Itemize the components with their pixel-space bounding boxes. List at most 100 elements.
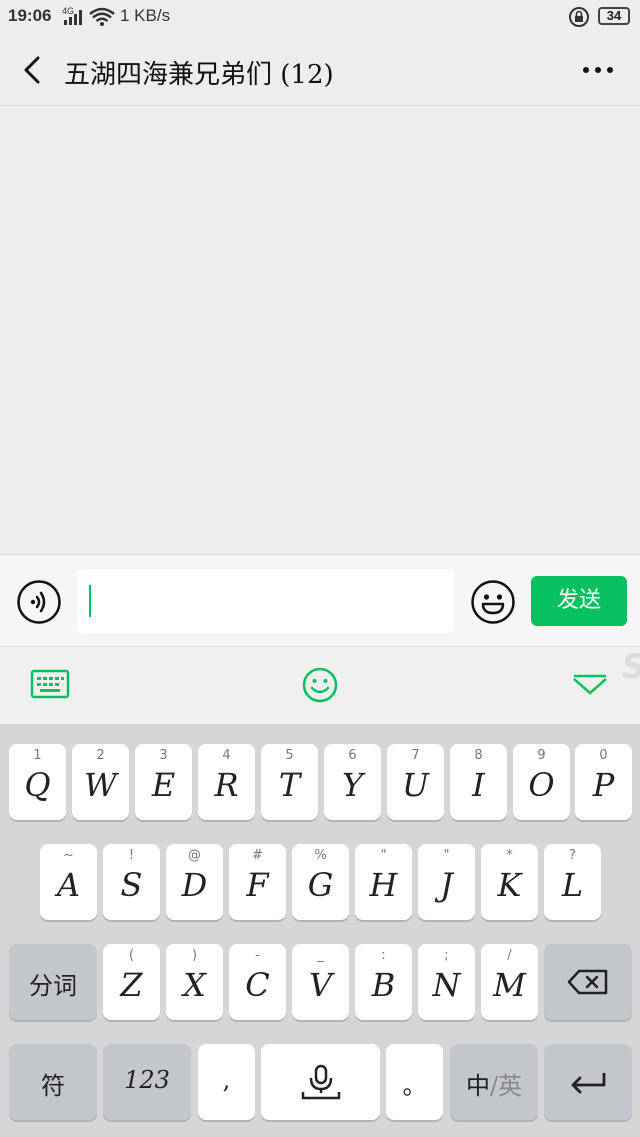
- key-sub-label: 8: [474, 748, 483, 763]
- key-sub-label: (: [128, 948, 135, 963]
- key-label: V: [308, 966, 333, 1004]
- key-n[interactable]: ; N: [418, 944, 475, 1020]
- key-label: Y: [341, 766, 364, 804]
- hide-keyboard-button[interactable]: [572, 673, 608, 701]
- key-label: N: [432, 966, 461, 1004]
- key-sub-label: 1: [33, 748, 42, 763]
- key-u[interactable]: 7 U: [387, 744, 444, 820]
- status-bar: 19:06 4G 1 KB/s 34: [0, 0, 640, 34]
- send-button[interactable]: 发送: [531, 576, 627, 626]
- key-sub-label: 6: [348, 748, 357, 763]
- key-x[interactable]: ) X: [166, 944, 223, 1020]
- key-label: R: [214, 766, 239, 804]
- keyboard-toolbar: S: [0, 646, 640, 724]
- text-caret: [89, 585, 91, 617]
- key-t[interactable]: 5 T: [261, 744, 318, 820]
- key-sub-label: 9: [537, 748, 546, 763]
- key-v[interactable]: _ V: [292, 944, 349, 1020]
- key-label: F: [246, 866, 269, 904]
- emoji-face-icon: [302, 667, 338, 703]
- key-sub-label: -: [255, 948, 260, 963]
- message-input[interactable]: [77, 569, 454, 633]
- key-g[interactable]: % G: [292, 844, 349, 920]
- enter-icon: [544, 1044, 632, 1120]
- key-period[interactable]: 。: [386, 1044, 443, 1120]
- key-k[interactable]: * K: [481, 844, 538, 920]
- back-button[interactable]: [14, 50, 54, 90]
- key-comma[interactable]: ,: [198, 1044, 255, 1120]
- key-h[interactable]: " H: [355, 844, 412, 920]
- voice-input-button[interactable]: [16, 579, 62, 625]
- key-e[interactable]: 3 E: [135, 744, 192, 820]
- key-label: 123: [124, 1066, 170, 1094]
- key-sub-label: :: [381, 948, 386, 963]
- key-w[interactable]: 2 W: [72, 744, 129, 820]
- key-o[interactable]: 9 O: [513, 744, 570, 820]
- key-label: C: [245, 966, 270, 1004]
- lang-zh: 中: [465, 1072, 490, 1100]
- key-sub-label: 7: [411, 748, 420, 763]
- status-time: 19:06: [8, 6, 52, 25]
- keyboard-switch-button[interactable]: [30, 669, 70, 703]
- key-space[interactable]: [261, 1044, 380, 1120]
- key-sub-label: %: [314, 848, 327, 863]
- key-label: L: [561, 866, 584, 904]
- key-sub-label: ;: [444, 948, 449, 963]
- key-symbols[interactable]: 符: [9, 1044, 97, 1120]
- key-b[interactable]: : B: [355, 944, 412, 1020]
- key-label: S: [120, 866, 143, 904]
- keyboard-emoji-button[interactable]: [302, 667, 338, 707]
- key-sub-label: _: [317, 948, 324, 963]
- key-sub-label: ": [380, 848, 387, 863]
- keyboard: 1 Q 2 W 3 E 4 R 5 T 6 Y 7 U 8 I 9 O 0 P …: [0, 724, 640, 1137]
- key-label: P: [592, 766, 615, 804]
- keyboard-icon: [30, 669, 70, 699]
- key-m[interactable]: / M: [481, 944, 538, 1020]
- key-sub-label: @: [188, 848, 201, 863]
- key-backspace[interactable]: [544, 944, 632, 1020]
- key-label: K: [497, 866, 522, 904]
- key-q[interactable]: 1 Q: [9, 744, 66, 820]
- more-options-button[interactable]: [578, 54, 618, 86]
- key-label: 中/英: [450, 1066, 538, 1101]
- key-l[interactable]: ? L: [544, 844, 601, 920]
- input-bar: 发送: [0, 554, 640, 646]
- key-p[interactable]: 0 P: [575, 744, 632, 820]
- key-label: ,: [222, 1066, 231, 1094]
- chevron-left-icon: [24, 56, 40, 84]
- key-c[interactable]: - C: [229, 944, 286, 1020]
- key-j[interactable]: " J: [418, 844, 475, 920]
- key-sub-label: 4: [222, 748, 231, 763]
- key-numbers[interactable]: 123: [103, 1044, 191, 1120]
- emoji-button[interactable]: [470, 579, 516, 625]
- key-y[interactable]: 6 Y: [324, 744, 381, 820]
- key-label: 。: [402, 1072, 427, 1100]
- chat-header: 五湖四海兼兄弟们 (12): [0, 34, 640, 106]
- key-enter[interactable]: [544, 1044, 632, 1120]
- key-label: H: [369, 866, 398, 904]
- key-fenci[interactable]: 分词: [9, 944, 97, 1020]
- key-s[interactable]: ! S: [103, 844, 160, 920]
- key-sub-label: !: [128, 848, 135, 863]
- key-label: J: [440, 866, 453, 904]
- signal-icon: 4G: [62, 4, 116, 33]
- more-dots-icon: [583, 67, 613, 73]
- key-sub-label: 3: [159, 748, 168, 763]
- key-label: B: [371, 966, 396, 1004]
- key-sub-label: ~: [63, 848, 74, 863]
- key-r[interactable]: 4 R: [198, 744, 255, 820]
- key-label: D: [181, 866, 208, 904]
- key-language-switch[interactable]: 中/英: [450, 1044, 538, 1120]
- key-label: 分词: [29, 972, 77, 1000]
- key-i[interactable]: 8 I: [450, 744, 507, 820]
- network-speed: 1 KB/s: [120, 6, 171, 25]
- key-f[interactable]: # F: [229, 844, 286, 920]
- message-list[interactable]: [0, 107, 640, 554]
- network-type: 4G: [62, 6, 74, 16]
- key-a[interactable]: ~ A: [40, 844, 97, 920]
- key-d[interactable]: @ D: [166, 844, 223, 920]
- chevron-down-icon: [573, 674, 607, 695]
- key-sub-label: ): [191, 948, 198, 963]
- key-z[interactable]: ( Z: [103, 944, 160, 1020]
- chat-title: 五湖四海兼兄弟们 (12): [64, 60, 334, 90]
